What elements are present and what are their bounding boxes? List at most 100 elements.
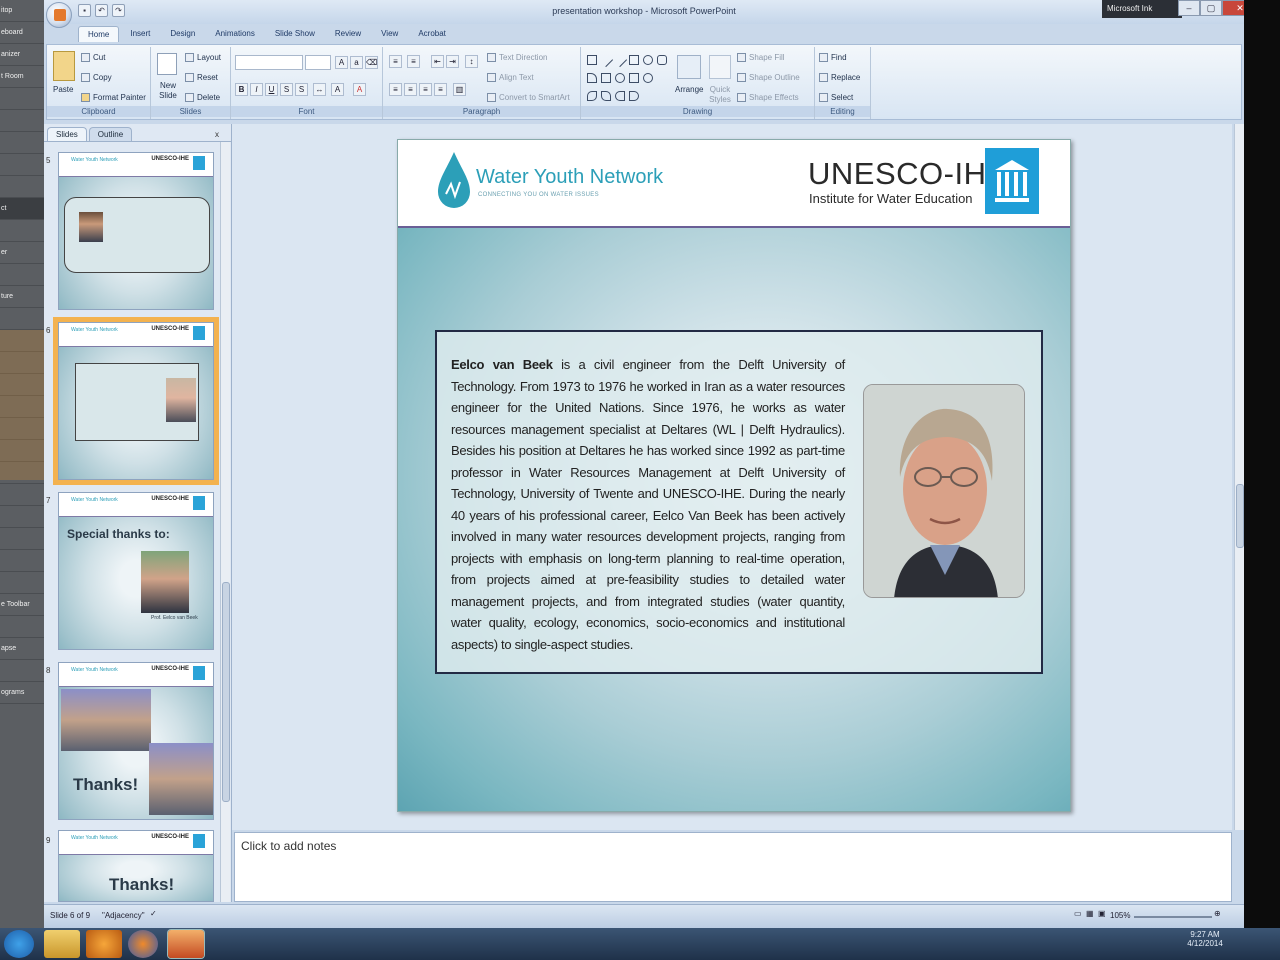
line-spacing-icon[interactable]: ↕ <box>465 55 478 68</box>
shadow-icon[interactable]: S <box>295 83 308 96</box>
change-case-icon[interactable]: A <box>331 83 344 96</box>
system-clock[interactable]: 9:27 AM 4/12/2014 <box>1180 930 1230 948</box>
bracket-shape-icon[interactable] <box>601 73 611 83</box>
sidebar-item[interactable]: ct <box>0 198 44 220</box>
select-button[interactable]: Select <box>819 93 853 103</box>
font-name-combo[interactable] <box>235 55 303 70</box>
paste-button[interactable]: Paste <box>53 85 73 94</box>
decrease-indent-icon[interactable]: ⇤ <box>431 55 444 68</box>
tab-insert[interactable]: Insert <box>121 26 159 42</box>
sidebar-item[interactable]: t Room <box>0 66 44 88</box>
new-slide-button[interactable]: New Slide <box>155 81 181 101</box>
slide-thumbnail-9[interactable]: Water Youth Network UNESCO-IHE Thanks! <box>58 830 214 902</box>
grow-font-icon[interactable]: A <box>335 56 348 69</box>
callout-shape-icon[interactable] <box>629 73 639 83</box>
tab-outline[interactable]: Outline <box>88 127 133 141</box>
star-shape-icon[interactable] <box>615 73 625 83</box>
bio-box[interactable]: Eelco van Beek is a civil engineer from … <box>435 330 1043 674</box>
triangle-shape-icon[interactable] <box>587 73 597 83</box>
align-text-button[interactable]: Align Text <box>487 73 534 83</box>
sidebar-item[interactable]: eboard <box>0 22 44 44</box>
quick-styles-button[interactable]: Quick Styles <box>705 85 735 105</box>
sidebar-item[interactable] <box>0 660 44 682</box>
zoom-slider[interactable] <box>1134 916 1212 918</box>
slide-thumbnail-8[interactable]: Water Youth Network UNESCO-IHE Thanks! <box>58 662 214 820</box>
arrow-shape-icon[interactable] <box>612 52 628 68</box>
internet-explorer-icon[interactable] <box>4 930 34 958</box>
box-shape-icon[interactable] <box>629 55 639 65</box>
rounded-rect-shape-icon[interactable] <box>657 55 667 65</box>
sidebar-item[interactable] <box>0 572 44 594</box>
font-size-combo[interactable] <box>305 55 331 70</box>
arrange-button[interactable]: Arrange <box>675 85 703 94</box>
zoom-level[interactable]: 105% <box>1110 911 1130 920</box>
heart-shape-icon[interactable] <box>643 73 653 83</box>
file-explorer-icon[interactable] <box>44 930 80 958</box>
slide-thumbnail-6[interactable]: Water Youth Network UNESCO-IHE <box>53 317 219 485</box>
rectangle-shape-icon[interactable] <box>587 55 597 65</box>
sidebar-item[interactable]: ture <box>0 286 44 308</box>
sidebar-item[interactable] <box>0 616 44 638</box>
oval-shape-icon[interactable] <box>643 55 653 65</box>
brace-left-icon[interactable] <box>615 91 625 101</box>
brace-right-icon[interactable] <box>629 91 639 101</box>
delete-button[interactable]: Delete <box>185 93 220 103</box>
sidebar-item[interactable] <box>0 264 44 286</box>
align-center-icon[interactable]: ≡ <box>404 83 417 96</box>
font-color-icon[interactable]: A <box>353 83 366 96</box>
clear-format-icon[interactable]: ⌫ <box>365 56 378 69</box>
sidebar-item[interactable]: anizer <box>0 44 44 66</box>
copy-button[interactable]: Copy <box>81 73 112 83</box>
tab-animations[interactable]: Animations <box>206 26 264 42</box>
increase-indent-icon[interactable]: ⇥ <box>446 55 459 68</box>
spacing-icon[interactable]: ↔ <box>313 83 326 96</box>
paste-icon[interactable] <box>53 51 75 81</box>
shape-fill-button[interactable]: Shape Fill <box>737 53 785 63</box>
sidebar-item[interactable] <box>0 110 44 132</box>
minimize-button[interactable]: – <box>1178 0 1200 16</box>
shape-outline-button[interactable]: Shape Outline <box>737 73 800 83</box>
sidebar-item[interactable] <box>0 550 44 572</box>
slide-thumbnail-5[interactable]: Water Youth Network UNESCO-IHE <box>58 152 214 310</box>
convert-smartart-button[interactable]: Convert to SmartArt <box>487 93 570 103</box>
italic-icon[interactable]: I <box>250 83 263 96</box>
sidebar-item[interactable]: apse <box>0 638 44 660</box>
shrink-font-icon[interactable]: a <box>350 56 363 69</box>
sidebar-item[interactable] <box>0 308 44 330</box>
fit-window-icon[interactable]: ⊕ <box>1214 909 1221 918</box>
text-direction-button[interactable]: Text Direction <box>487 53 547 63</box>
sorter-view-icon[interactable]: ▦ <box>1086 909 1094 918</box>
wave-shape-icon[interactable] <box>601 91 611 101</box>
tab-design[interactable]: Design <box>161 26 204 42</box>
tab-home[interactable]: Home <box>78 26 120 42</box>
tab-slides[interactable]: Slides <box>47 127 87 141</box>
powerpoint-taskbar-icon[interactable] <box>168 930 204 958</box>
tab-slide-show[interactable]: Slide Show <box>266 26 324 42</box>
sidebar-item[interactable]: er <box>0 242 44 264</box>
redo-icon[interactable]: ↷ <box>112 4 125 17</box>
cut-button[interactable]: Cut <box>81 53 105 63</box>
bullets-icon[interactable]: ≡ <box>389 55 402 68</box>
tab-view[interactable]: View <box>372 26 407 42</box>
sidebar-item[interactable]: ograms <box>0 682 44 704</box>
spell-check-icon[interactable]: ✓ <box>150 909 157 918</box>
slide-thumbnail-7[interactable]: Water Youth Network UNESCO-IHE Special th… <box>58 492 214 650</box>
current-slide[interactable]: Water Youth Network CONNECTING YOU ON WA… <box>397 139 1071 812</box>
replace-button[interactable]: Replace <box>819 73 860 83</box>
sidebar-item[interactable]: itop <box>0 0 44 22</box>
find-button[interactable]: Find <box>819 53 847 63</box>
sidebar-item[interactable] <box>0 528 44 550</box>
columns-icon[interactable]: ▥ <box>453 83 466 96</box>
slides-panel-scrollbar[interactable] <box>220 142 230 902</box>
new-slide-icon[interactable] <box>157 53 177 75</box>
firefox-icon[interactable] <box>128 930 158 958</box>
close-panel-icon[interactable]: x <box>207 128 227 141</box>
strikethrough-icon[interactable]: S <box>280 83 293 96</box>
slideshow-view-icon[interactable]: ▣ <box>1098 909 1106 918</box>
sidebar-item[interactable] <box>0 506 44 528</box>
arrange-icon[interactable] <box>677 55 701 79</box>
underline-icon[interactable]: U <box>265 83 278 96</box>
format-painter-button[interactable]: Format Painter <box>81 93 146 103</box>
maximize-button[interactable]: ▢ <box>1200 0 1222 16</box>
save-icon[interactable]: ▪ <box>78 4 91 17</box>
